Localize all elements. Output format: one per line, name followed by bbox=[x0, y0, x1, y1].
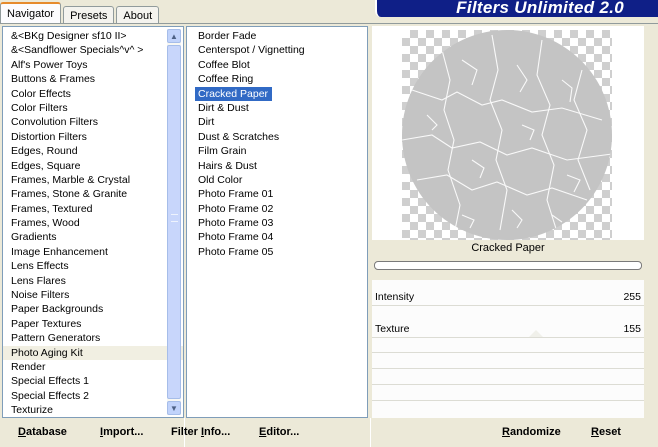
param-texture-label: Texture bbox=[375, 323, 410, 335]
cracked-paper-preview-image bbox=[402, 30, 612, 240]
category-item[interactable]: Buttons & Frames bbox=[3, 72, 183, 86]
chevron-up-icon: ▲ bbox=[170, 31, 178, 41]
scroll-up-button[interactable]: ▲ bbox=[167, 29, 181, 43]
category-item[interactable]: &<Sandflower Specials^v^ > bbox=[3, 43, 183, 57]
filter-item[interactable]: Photo Frame 03 bbox=[187, 216, 367, 230]
category-item[interactable]: Pattern Generators bbox=[3, 331, 183, 345]
category-item[interactable]: Color Effects bbox=[3, 87, 183, 101]
param-intensity-value: 255 bbox=[623, 291, 641, 303]
category-item[interactable]: Frames, Textured bbox=[3, 202, 183, 216]
scroll-thumb[interactable] bbox=[167, 45, 181, 399]
category-item[interactable]: Texturize bbox=[3, 403, 183, 417]
reset-button[interactable]: Reset bbox=[591, 426, 621, 438]
filter-list: Border Fade Centerspot / Vignetting Coffee… bbox=[187, 29, 367, 259]
category-item[interactable]: &<BKg Designer sf10 II> bbox=[3, 29, 183, 43]
filter-info-button[interactable]: Filter Info... bbox=[171, 426, 230, 438]
category-list-panel[interactable]: &<BKg Designer sf10 II> &<Sandflower Spec… bbox=[2, 26, 184, 418]
param-intensity[interactable]: Intensity 255 bbox=[372, 290, 644, 304]
filter-item[interactable]: Dust & Scratches bbox=[187, 130, 367, 144]
filter-item[interactable]: Centerspot / Vignetting bbox=[187, 43, 367, 57]
category-item[interactable]: Alf's Power Toys bbox=[3, 58, 183, 72]
randomize-button[interactable]: Randomize bbox=[502, 426, 561, 438]
category-item[interactable]: Lens Effects bbox=[3, 259, 183, 273]
product-title: Filters Unlimited 2.0 bbox=[456, 0, 624, 17]
category-item[interactable]: Color Filters bbox=[3, 101, 183, 115]
category-item[interactable]: Frames, Marble & Crystal bbox=[3, 173, 183, 187]
filter-item[interactable]: Dirt bbox=[187, 115, 367, 129]
category-item[interactable]: Frames, Wood bbox=[3, 216, 183, 230]
category-item[interactable]: Lens Flares bbox=[3, 274, 183, 288]
category-item[interactable]: Special Effects 2 bbox=[3, 389, 183, 403]
texture-slider-thumb[interactable] bbox=[529, 330, 543, 337]
category-item[interactable]: Image Enhancement bbox=[3, 245, 183, 259]
param-intensity-label: Intensity bbox=[375, 291, 415, 303]
category-item[interactable]: Paper Backgrounds bbox=[3, 302, 183, 316]
filter-item[interactable]: Dirt & Dust bbox=[187, 101, 367, 115]
filter-item-wrapper: Cracked Paper bbox=[187, 86, 367, 101]
filter-item[interactable]: Photo Frame 02 bbox=[187, 202, 367, 216]
filter-list-panel[interactable]: Border Fade Centerspot / Vignetting Coffee… bbox=[186, 26, 368, 418]
tab-presets[interactable]: Presets bbox=[63, 6, 115, 24]
param-divider bbox=[372, 337, 644, 338]
category-list: &<BKg Designer sf10 II> &<Sandflower Spec… bbox=[3, 29, 183, 418]
param-texture-value: 155 bbox=[623, 323, 641, 335]
preview-area bbox=[372, 26, 644, 240]
category-item[interactable]: Edges, Round bbox=[3, 144, 183, 158]
database-button[interactable]: Database bbox=[18, 426, 67, 438]
filter-item[interactable]: Border Fade bbox=[187, 29, 367, 43]
category-item[interactable]: Special Effects 1 bbox=[3, 374, 183, 388]
tab-navigator[interactable]: Navigator bbox=[0, 2, 62, 24]
category-item[interactable]: Frames, Stone & Granite bbox=[3, 187, 183, 201]
selected-filter-label: Cracked Paper bbox=[471, 242, 545, 254]
filter-item[interactable]: Hairs & Dust bbox=[187, 159, 367, 173]
category-item[interactable]: Photo Aging Kit bbox=[3, 345, 183, 360]
product-banner: Filters Unlimited 2.0 bbox=[375, 0, 658, 17]
filter-item[interactable]: Coffee Blot bbox=[187, 58, 367, 72]
param-divider bbox=[372, 384, 644, 385]
filter-item[interactable]: Photo Frame 05 bbox=[187, 245, 367, 259]
parameter-panel: Intensity 255 Texture 155 bbox=[372, 280, 644, 418]
filter-item[interactable]: Old Color bbox=[187, 173, 367, 187]
filter-item[interactable]: Cracked Paper bbox=[195, 86, 273, 101]
grip-icon bbox=[171, 214, 178, 222]
tab-divider bbox=[0, 23, 658, 24]
category-item[interactable]: Gradients bbox=[3, 230, 183, 244]
tab-bar: Navigator Presets About bbox=[0, 0, 161, 24]
editor-button[interactable]: Editor... bbox=[259, 426, 299, 438]
category-item[interactable]: Convolution Filters bbox=[3, 115, 183, 129]
import-button[interactable]: Import... bbox=[100, 426, 143, 438]
render-progress-bar bbox=[374, 261, 642, 270]
param-divider bbox=[372, 368, 644, 369]
filter-item[interactable]: Coffee Ring bbox=[187, 72, 367, 86]
chevron-down-icon: ▼ bbox=[170, 403, 178, 413]
param-divider bbox=[372, 352, 644, 353]
filter-item[interactable]: Photo Frame 01 bbox=[187, 187, 367, 201]
scroll-down-button[interactable]: ▼ bbox=[167, 401, 181, 415]
tab-about[interactable]: About bbox=[116, 6, 160, 24]
category-item[interactable]: Render bbox=[3, 360, 183, 374]
category-item[interactable]: Edges, Square bbox=[3, 159, 183, 173]
category-item[interactable]: Distortion Filters bbox=[3, 130, 183, 144]
footer-bar: Database Import... Filter Info... Editor… bbox=[0, 420, 658, 447]
category-item[interactable]: Noise Filters bbox=[3, 288, 183, 302]
category-item[interactable]: Paper Textures bbox=[3, 317, 183, 331]
filter-item[interactable]: Film Grain bbox=[187, 144, 367, 158]
param-texture[interactable]: Texture 155 bbox=[372, 322, 644, 336]
param-divider bbox=[372, 305, 644, 306]
filter-item[interactable]: Photo Frame 04 bbox=[187, 230, 367, 244]
category-scrollbar[interactable]: ▲ ▼ bbox=[167, 29, 181, 415]
param-divider bbox=[372, 400, 644, 401]
